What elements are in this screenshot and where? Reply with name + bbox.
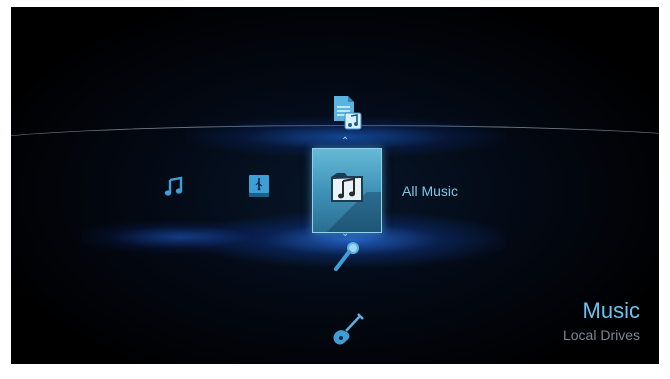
- selected-item-label: All Music: [402, 183, 459, 199]
- media-screen: ⌃ All Music ⌄ Music Local Drives: [11, 7, 659, 364]
- selected-item-tile[interactable]: [312, 148, 382, 233]
- section-title: Music: [582, 298, 640, 323]
- microphone-icon[interactable]: [332, 240, 362, 274]
- chevron-down-icon[interactable]: ⌄: [341, 229, 349, 239]
- usb-drive-icon[interactable]: [247, 173, 271, 201]
- chevron-up-icon[interactable]: ⌃: [341, 137, 349, 147]
- guitar-icon[interactable]: [330, 313, 364, 349]
- music-folder-icon: [331, 173, 363, 202]
- section-subtitle: Local Drives: [562, 327, 640, 343]
- left-glow: [81, 221, 281, 253]
- music-note-icon[interactable]: [163, 176, 185, 198]
- playlist-icon[interactable]: [332, 95, 366, 131]
